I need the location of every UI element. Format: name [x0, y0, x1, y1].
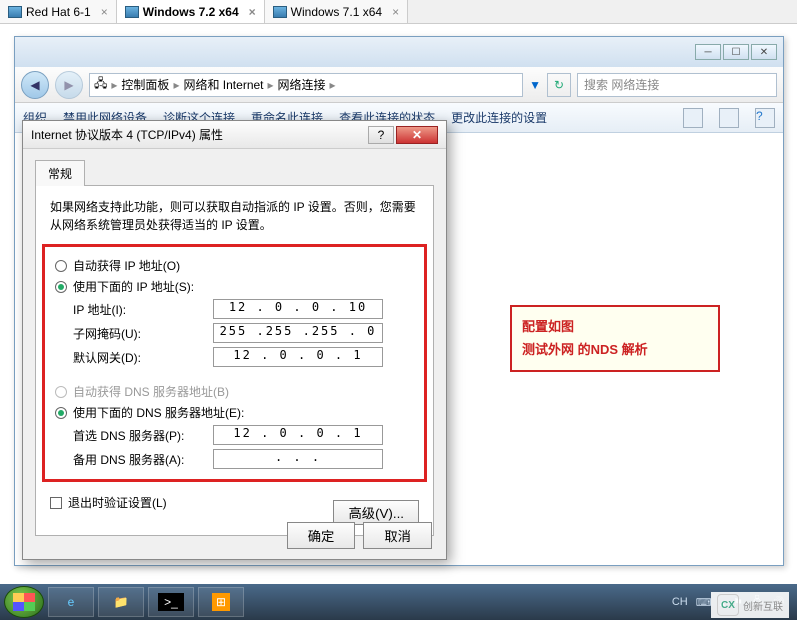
ie-icon: e: [68, 595, 75, 609]
dialog-buttons: 确定 取消: [287, 522, 432, 549]
cancel-button[interactable]: 取消: [363, 522, 432, 549]
tab-strip: 常规: [35, 159, 434, 186]
search-placeholder: 搜索 网络连接: [584, 76, 659, 93]
ok-button[interactable]: 确定: [287, 522, 356, 549]
vm-icon: [273, 6, 287, 18]
taskbar-cmd[interactable]: >_: [148, 587, 194, 617]
help-button[interactable]: ?: [368, 126, 394, 144]
refresh-button[interactable]: ↻: [547, 73, 571, 97]
network-icon: 🖧: [94, 74, 107, 95]
vm-tab-win71[interactable]: Windows 7.1 x64 ×: [265, 0, 408, 23]
start-button[interactable]: [4, 586, 44, 618]
annotation-line2: 测试外网 的NDS 解析: [522, 338, 708, 361]
radio-auto-ip[interactable]: 自动获得 IP 地址(O): [55, 257, 414, 274]
minimize-button[interactable]: ─: [695, 44, 721, 60]
back-button[interactable]: ◀: [21, 71, 49, 99]
taskbar: e 📁 >_ ⊞ CH ⌨ ▴ ⚑ 🖧 🔊: [0, 584, 797, 620]
watermark-logo: CX: [717, 594, 739, 616]
radio-icon: [55, 260, 67, 272]
annotation-box: 配置如图 测试外网 的NDS 解析: [510, 305, 720, 372]
crumb[interactable]: 控制面板: [121, 76, 169, 93]
ip-label: IP 地址(I):: [73, 301, 213, 318]
folder-icon: 📁: [114, 595, 129, 609]
highlight-box: 自动获得 IP 地址(O) 使用下面的 IP 地址(S): IP 地址(I): …: [42, 244, 427, 482]
address-bar: ◀ ▶ 🖧 ▸ 控制面板 ▸ 网络和 Internet ▸ 网络连接 ▸ ▼ ↻…: [15, 67, 783, 103]
vm-tab-label: Red Hat 6-1: [26, 5, 91, 19]
keyboard-icon[interactable]: ⌨: [696, 596, 712, 609]
tab-content: 如果网络支持此功能，则可以获取自动指派的 IP 设置。否则，您需要从网络系统管理…: [35, 186, 434, 536]
radio-icon: [55, 281, 67, 293]
app-icon: ⊞: [212, 593, 230, 611]
watermark-text: 创新互联: [743, 598, 783, 613]
crumb[interactable]: 网络连接: [278, 76, 326, 93]
annotation-line1: 配置如图: [522, 315, 708, 338]
help-icon[interactable]: ?: [755, 108, 775, 128]
dns2-label: 备用 DNS 服务器(A):: [73, 451, 213, 468]
ime-indicator[interactable]: CH: [672, 596, 688, 608]
dropdown-icon[interactable]: ▼: [529, 78, 541, 92]
vm-tab-bar: Red Hat 6-1 × Windows 7.2 x64 × Windows …: [0, 0, 797, 24]
radio-icon: [55, 407, 67, 419]
taskbar-ie[interactable]: e: [48, 587, 94, 617]
radio-use-ip[interactable]: 使用下面的 IP 地址(S):: [55, 278, 414, 295]
dns1-label: 首选 DNS 服务器(P):: [73, 427, 213, 444]
mask-label: 子网掩码(U):: [73, 325, 213, 342]
vm-tab-label: Windows 7.2 x64: [143, 5, 239, 19]
close-icon[interactable]: ×: [249, 5, 256, 19]
radio-auto-dns: 自动获得 DNS 服务器地址(B): [55, 383, 414, 400]
toolbar-change[interactable]: 更改此连接的设置: [451, 109, 547, 126]
preview-icon[interactable]: [719, 108, 739, 128]
forward-button[interactable]: ▶: [55, 71, 83, 99]
vm-tab-label: Windows 7.1 x64: [291, 5, 382, 19]
tab-general[interactable]: 常规: [35, 160, 85, 186]
dialog-title: Internet 协议版本 4 (TCP/IPv4) 属性: [31, 126, 368, 143]
ip-address-input[interactable]: 12 . 0 . 0 . 10: [213, 299, 383, 319]
terminal-icon: >_: [158, 593, 184, 611]
gateway-label: 默认网关(D):: [73, 349, 213, 366]
radio-use-dns[interactable]: 使用下面的 DNS 服务器地址(E):: [55, 404, 414, 421]
watermark: CX 创新互联: [711, 592, 789, 618]
maximize-button[interactable]: ☐: [723, 44, 749, 60]
close-icon[interactable]: ×: [392, 5, 399, 19]
close-icon[interactable]: ×: [101, 5, 108, 19]
dns2-input[interactable]: . . .: [213, 449, 383, 469]
vm-tab-win72[interactable]: Windows 7.2 x64 ×: [117, 0, 265, 23]
gateway-input[interactable]: 12 . 0 . 0 . 1: [213, 347, 383, 367]
vm-icon: [125, 6, 139, 18]
breadcrumb[interactable]: 🖧 ▸ 控制面板 ▸ 网络和 Internet ▸ 网络连接 ▸: [89, 73, 523, 97]
taskbar-explorer[interactable]: 📁: [98, 587, 144, 617]
description-text: 如果网络支持此功能，则可以获取自动指派的 IP 设置。否则，您需要从网络系统管理…: [50, 198, 419, 234]
window-titlebar: ─ ☐ ✕: [15, 37, 783, 67]
radio-icon: [55, 386, 67, 398]
ipv4-properties-dialog: Internet 协议版本 4 (TCP/IPv4) 属性 ? ✕ 常规 如果网…: [22, 120, 447, 560]
checkbox-icon: [50, 497, 62, 509]
subnet-mask-input[interactable]: 255 .255 .255 . 0: [213, 323, 383, 343]
close-button[interactable]: ✕: [751, 44, 777, 60]
view-icon[interactable]: [683, 108, 703, 128]
taskbar-displayfusion[interactable]: ⊞: [198, 587, 244, 617]
close-button[interactable]: ✕: [396, 126, 438, 144]
dialog-titlebar: Internet 协议版本 4 (TCP/IPv4) 属性 ? ✕: [23, 121, 446, 149]
search-input[interactable]: 搜索 网络连接: [577, 73, 777, 97]
dns1-input[interactable]: 12 . 0 . 0 . 1: [213, 425, 383, 445]
crumb[interactable]: 网络和 Internet: [183, 76, 263, 93]
vm-tab-redhat[interactable]: Red Hat 6-1 ×: [0, 0, 117, 23]
vm-icon: [8, 6, 22, 18]
